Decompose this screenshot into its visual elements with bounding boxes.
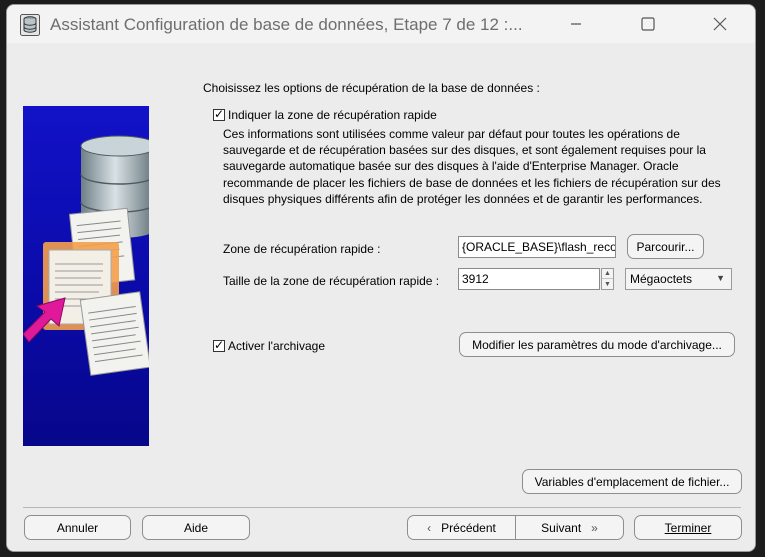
recovery-size-spinner[interactable]: ▲ ▼ <box>601 268 614 290</box>
minimize-icon <box>571 23 581 25</box>
window-title: Assistant Configuration de base de donné… <box>50 15 523 34</box>
file-location-variables-button[interactable]: Variables d'emplacement de fichier... <box>522 469 742 494</box>
close-button[interactable] <box>697 5 743 43</box>
close-icon <box>713 17 727 31</box>
fast-recovery-label: Indiquer la zone de récupération rapide <box>228 108 437 122</box>
recovery-zone-label: Zone de récupération rapide : <box>223 242 381 256</box>
archiving-checkbox-row[interactable]: Activer l'archivage <box>213 338 325 353</box>
wizard-illustration <box>23 106 149 446</box>
archiving-label: Activer l'archivage <box>228 339 325 353</box>
next-button[interactable]: Suivant » <box>516 516 623 539</box>
minimize-button[interactable] <box>553 5 599 43</box>
chevron-down-icon: ▼ <box>716 273 725 283</box>
maximize-icon <box>641 17 655 31</box>
database-icon <box>20 14 40 36</box>
fast-recovery-description: Ces informations sont utilisées comme va… <box>223 127 721 206</box>
size-unit-select[interactable]: Mégaoctets ▼ <box>625 268 732 290</box>
file-location-variables-label: Variables d'emplacement de fichier... <box>534 474 730 489</box>
previous-button[interactable]: ‹ Précédent <box>408 516 516 539</box>
cancel-label: Annuler <box>56 520 99 535</box>
options-prompt: Choisissez les options de récupération d… <box>203 81 540 95</box>
title-bar: Assistant Configuration de base de donné… <box>7 5 755 43</box>
recovery-size-input[interactable]: 3912 <box>458 268 600 290</box>
dialog-window: Assistant Configuration de base de donné… <box>6 4 756 552</box>
database-documents-icon <box>23 135 149 376</box>
finish-button[interactable]: Terminer <box>634 515 742 540</box>
modify-archive-mode-label: Modifier les paramètres du mode d'archiv… <box>472 337 722 352</box>
recovery-zone-input[interactable]: {ORACLE_BASE}\flash_reco <box>458 236 616 258</box>
browse-button[interactable]: Parcourir... <box>627 234 704 259</box>
chevron-left-icon: ‹ <box>427 520 432 535</box>
archiving-checkbox[interactable] <box>213 338 225 352</box>
recovery-size-label: Taille de la zone de récupération rapide… <box>223 274 440 288</box>
fast-recovery-checkbox-row[interactable]: Indiquer la zone de récupération rapide <box>213 107 437 122</box>
chevron-right-icon: » <box>591 520 598 535</box>
next-label: Suivant <box>541 520 582 535</box>
previous-label: Précédent <box>441 520 496 535</box>
help-label: Aide <box>183 520 209 535</box>
size-unit-value: Mégaoctets <box>630 272 693 286</box>
dialog-content: Choisissez les options de récupération d… <box>7 43 755 551</box>
modify-archive-mode-button[interactable]: Modifier les paramètres du mode d'archiv… <box>459 332 735 357</box>
spin-down-icon[interactable]: ▼ <box>602 279 613 289</box>
spin-up-icon[interactable]: ▲ <box>602 269 613 279</box>
wizard-navigation: ‹ Précédent Suivant » <box>407 515 624 540</box>
footer-separator <box>23 507 741 508</box>
finish-label: Terminer <box>664 520 712 535</box>
maximize-button[interactable] <box>625 5 671 43</box>
fast-recovery-checkbox[interactable] <box>213 107 225 121</box>
help-button[interactable]: Aide <box>142 515 250 540</box>
browse-button-label: Parcourir... <box>636 239 695 254</box>
cancel-button[interactable]: Annuler <box>24 515 131 540</box>
